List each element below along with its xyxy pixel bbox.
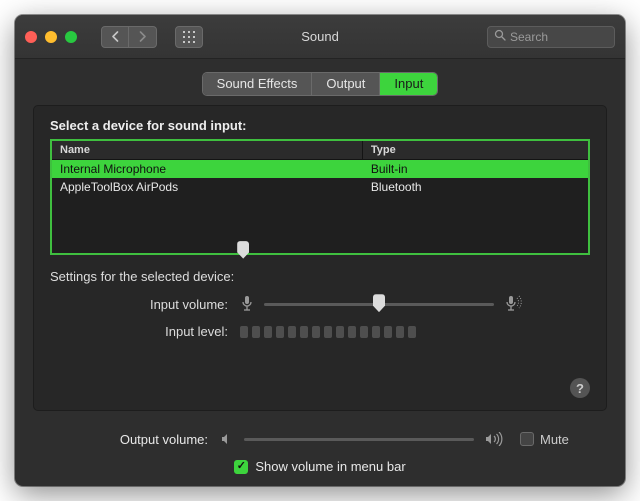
mute-checkbox[interactable]: Mute xyxy=(520,432,569,447)
nav-buttons xyxy=(101,26,157,48)
input-level-row: Input level: xyxy=(50,324,590,339)
sound-preferences-window: Sound Search Sound Effects Output Input … xyxy=(15,15,625,486)
output-volume-row: Output volume: Mute xyxy=(45,429,595,449)
show-all-button[interactable] xyxy=(175,26,203,48)
tab-output[interactable]: Output xyxy=(312,73,380,95)
microphone-high-icon xyxy=(504,295,524,313)
input-volume-slider[interactable] xyxy=(264,294,494,314)
table-row[interactable]: Internal Microphone Built-in xyxy=(52,160,588,178)
microphone-low-icon xyxy=(240,295,254,313)
tab-bar: Sound Effects Output Input xyxy=(15,59,625,105)
settings-heading: Settings for the selected device: xyxy=(50,269,590,284)
input-volume-row: Input volume: xyxy=(50,294,590,314)
show-volume-label: Show volume in menu bar xyxy=(255,459,405,474)
table-header: Name Type xyxy=(52,141,588,160)
speaker-high-icon xyxy=(484,432,506,446)
minimize-window-button[interactable] xyxy=(45,31,57,43)
show-volume-row: Show volume in menu bar xyxy=(45,459,595,474)
output-volume-slider[interactable] xyxy=(244,429,474,449)
mute-label: Mute xyxy=(540,432,569,447)
column-type: Type xyxy=(363,141,588,159)
table-row[interactable]: AppleToolBox AirPods Bluetooth xyxy=(52,178,588,196)
input-device-table[interactable]: Name Type Internal Microphone Built-in A… xyxy=(50,139,590,255)
help-button[interactable]: ? xyxy=(570,378,590,398)
input-panel: Select a device for sound input: Name Ty… xyxy=(33,105,607,411)
output-volume-label: Output volume: xyxy=(45,432,220,447)
search-field[interactable]: Search xyxy=(487,26,615,48)
search-icon xyxy=(494,29,506,44)
input-level-meter xyxy=(240,326,416,338)
output-section: Output volume: Mute Show volume in menu … xyxy=(15,425,625,486)
column-name: Name xyxy=(52,141,363,159)
checkbox-icon xyxy=(520,432,534,446)
input-device-heading: Select a device for sound input: xyxy=(50,118,590,133)
close-window-button[interactable] xyxy=(25,31,37,43)
input-volume-label: Input volume: xyxy=(50,297,240,312)
speaker-low-icon xyxy=(220,432,234,446)
zoom-window-button[interactable] xyxy=(65,31,77,43)
tab-sound-effects[interactable]: Sound Effects xyxy=(203,73,313,95)
search-placeholder: Search xyxy=(510,30,548,44)
forward-button[interactable] xyxy=(129,26,157,48)
back-button[interactable] xyxy=(101,26,129,48)
show-volume-checkbox[interactable] xyxy=(234,460,248,474)
tab-input[interactable]: Input xyxy=(380,73,437,95)
slider-thumb[interactable] xyxy=(373,294,385,312)
window-controls xyxy=(25,31,77,43)
slider-track xyxy=(244,438,474,441)
input-level-label: Input level: xyxy=(50,324,240,339)
titlebar: Sound Search xyxy=(15,15,625,59)
